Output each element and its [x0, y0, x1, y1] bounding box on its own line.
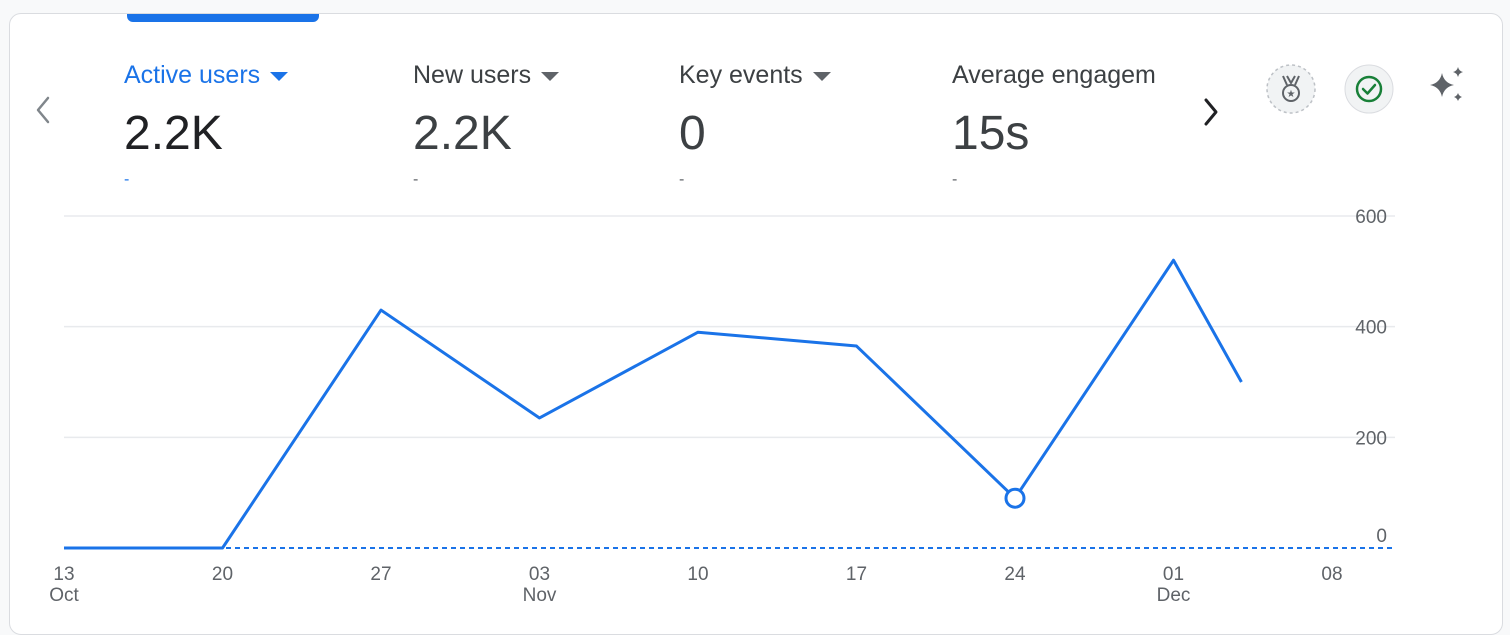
x-tick-label: 08 [1321, 564, 1342, 585]
y-tick-label: 400 [1355, 318, 1387, 339]
x-tick-month-label: Dec [1157, 585, 1191, 606]
x-tick-label: 10 [687, 564, 708, 585]
x-tick-label: 17 [846, 564, 867, 585]
x-tick-label: 24 [1004, 564, 1026, 585]
y-tick-label: 200 [1355, 428, 1387, 449]
x-tick-label: 27 [370, 564, 391, 585]
metrics-card: Active users 2.2K - New users 2.2K - Key… [9, 13, 1503, 635]
x-tick-month-label: Nov [523, 585, 557, 606]
y-tick-label: 600 [1355, 207, 1387, 228]
x-tick-label: 03 [529, 564, 550, 585]
line-chart: 0 200 400 600 13Oct 20 27 03Nov 10 17 24 01Dec 08 [10, 14, 1502, 614]
y-tick-label: 0 [1376, 526, 1387, 547]
x-tick-month-label: Oct [49, 585, 79, 606]
x-tick-label: 13 [53, 564, 74, 585]
x-tick-label: 20 [212, 564, 233, 585]
x-tick-label: 01 [1163, 564, 1184, 585]
highlighted-data-point [1006, 489, 1024, 507]
series-line [64, 260, 1241, 548]
